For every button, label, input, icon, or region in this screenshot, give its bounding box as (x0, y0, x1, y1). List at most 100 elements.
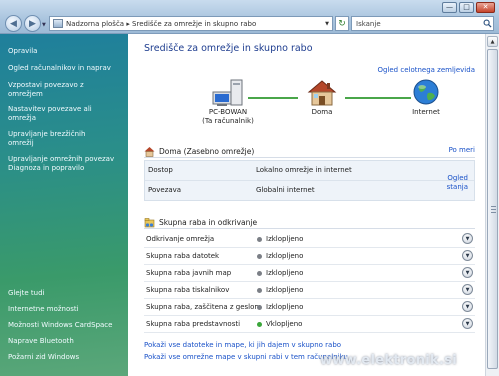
scroll-thumb[interactable] (487, 49, 498, 369)
view-full-map-link[interactable]: Ogled celotnega zemljevida (377, 66, 475, 74)
sharing-row-password-protected: Skupna raba, zaščitena z geslom Izkloplj… (144, 299, 475, 316)
sharing-row-public-folders: Skupna raba javnih map Izklopljeno ▼ (144, 265, 475, 282)
home-network-icon (144, 146, 155, 157)
show-shared-files-link[interactable]: Pokaži vse datoteke in mape, ki jih daje… (144, 341, 341, 349)
connection-value: Globalni internet (256, 186, 315, 194)
expand-chevron-icon[interactable]: ▼ (462, 284, 473, 295)
section-divider (144, 228, 475, 229)
status-dot (257, 305, 262, 310)
access-value: Lokalno omrežje in internet (256, 166, 352, 174)
back-arrow-icon: ◀ (10, 18, 17, 29)
sidebar: Opravila Ogled računalnikov in naprav Vz… (0, 34, 128, 376)
vertical-scrollbar[interactable]: ▲ (485, 34, 499, 376)
sharing-label: Skupna raba datotek (146, 252, 220, 260)
network-section-header: Doma (Zasebno omrežje) Po meri (144, 144, 475, 158)
expand-chevron-icon[interactable]: ▼ (462, 318, 473, 329)
minimize-button[interactable]: — (442, 2, 457, 13)
page-title: Središče za omrežje in skupno rabo (144, 43, 313, 54)
view-status-link[interactable]: Ogled stanja (447, 174, 468, 192)
internet-label: Internet (412, 108, 440, 116)
network-name: Doma (Zasebno omrežje) (159, 146, 255, 156)
sidebar-item-manage-wireless[interactable]: Upravljanje brezžičnih omrežij (8, 130, 106, 148)
expand-chevron-icon[interactable]: ▼ (462, 267, 473, 278)
grip-line (491, 206, 496, 207)
sharing-state: Izklopljeno (266, 303, 304, 311)
sharing-row-media: Skupna raba predstavnosti Vklopljeno ▼ (144, 316, 475, 333)
view-status-line1[interactable]: Ogled (447, 174, 468, 182)
home-network-label: Doma (311, 108, 333, 116)
sharing-icon (144, 217, 155, 227)
sidebar-heading-see-also: Glejte tudi (8, 289, 45, 297)
sidebar-item-connect[interactable]: Vzpostavi povezavo z omrežjem (8, 81, 106, 99)
search-input[interactable]: Iskanje (352, 20, 481, 28)
status-dot (257, 254, 262, 259)
sharing-state: Izklopljeno (266, 269, 304, 277)
section-divider (144, 157, 475, 158)
expand-chevron-icon[interactable]: ▼ (462, 301, 473, 312)
sidebar-item-internet-options[interactable]: Internetne možnosti (8, 305, 126, 314)
grip-line (491, 209, 496, 210)
sharing-row-file-sharing: Skupna raba datotek Izklopljeno ▼ (144, 248, 475, 265)
sharing-row-printers: Skupna raba tiskalnikov Izklopljeno ▼ (144, 282, 475, 299)
expand-chevron-icon[interactable]: ▼ (462, 233, 473, 244)
maximize-button[interactable]: □ (459, 2, 474, 13)
scroll-up-button[interactable]: ▲ (487, 36, 498, 47)
house-icon (307, 80, 337, 106)
connection-label: Povezava (148, 186, 182, 194)
map-node-computer[interactable]: PC-BOWAN (Ta računalnik) (198, 78, 258, 125)
computer-sublabel: (Ta računalnik) (202, 116, 254, 125)
sidebar-item-manage-connections[interactable]: Upravljanje omrežnih povezav (8, 155, 128, 164)
sharing-state: Vklopljeno (266, 320, 303, 328)
map-node-home[interactable]: Doma (300, 78, 344, 117)
sharing-row-network-discovery: Odkrivanje omrežja Izklopljeno ▼ (144, 231, 475, 248)
address-bar[interactable]: Nadzorna plošča ▸ Središče za omrežje in… (49, 16, 333, 31)
close-button[interactable]: ✕ (476, 2, 495, 13)
customize-link[interactable]: Po meri (449, 146, 475, 154)
network-row-access: Dostop Lokalno omrežje in internet (145, 161, 474, 181)
forward-button[interactable]: ▶ (24, 15, 41, 32)
search-box[interactable]: Iskanje (351, 16, 494, 31)
show-shared-folders-link[interactable]: Pokaži vse omrežne mape v skupni rabi v … (144, 353, 348, 361)
sharing-label: Odkrivanje omrežja (146, 235, 215, 243)
back-button[interactable]: ◀ (5, 15, 22, 32)
sharing-section-header: Skupna raba in odkrivanje (144, 215, 475, 229)
status-dot (257, 322, 262, 327)
sharing-label: Skupna raba, zaščitena z geslom (146, 303, 262, 311)
status-dot (257, 271, 262, 276)
sidebar-heading-tasks: Opravila (8, 47, 38, 55)
address-path[interactable]: Nadzorna plošča ▸ Središče za omrežje in… (66, 20, 322, 28)
map-node-internet[interactable]: Internet (404, 78, 448, 117)
sidebar-item-bluetooth[interactable]: Naprave Bluetooth (8, 337, 126, 346)
search-icon[interactable] (481, 17, 493, 30)
computer-name: PC-BOWAN (208, 108, 248, 116)
forward-arrow-icon: ▶ (29, 18, 36, 29)
status-dot (257, 237, 262, 242)
expand-chevron-icon[interactable]: ▼ (462, 250, 473, 261)
network-row-connection: Povezava Globalni internet Ogled stanja (145, 174, 474, 200)
window-controls: — □ ✕ (442, 2, 495, 13)
sidebar-item-setup-connection[interactable]: Nastavitev povezave ali omrežja (8, 105, 116, 123)
sharing-label: Skupna raba javnih map (146, 269, 232, 277)
sharing-title: Skupna raba in odkrivanje (159, 217, 258, 227)
refresh-button[interactable]: ↻ (335, 16, 349, 31)
sidebar-item-firewall[interactable]: Požarni zid Windows (8, 353, 126, 362)
watermark: www.elektronik.si (320, 353, 458, 368)
address-dropdown[interactable]: ▼ (322, 21, 332, 27)
sharing-state: Izklopljeno (266, 286, 304, 294)
access-label: Dostop (148, 166, 173, 174)
connection-line-home-internet (345, 97, 411, 99)
sidebar-item-view-computers[interactable]: Ogled računalnikov in naprav (8, 64, 128, 73)
sidebar-item-cardspace[interactable]: Možnosti Windows CardSpace (8, 321, 126, 330)
sharing-state: Izklopljeno (266, 252, 304, 260)
title-bar: — □ ✕ ◀ ▶ ▼ Nadzorna plošča ▸ Središče z… (0, 0, 499, 34)
status-dot (257, 288, 262, 293)
control-panel-icon (53, 19, 63, 28)
sidebar-item-diagnose[interactable]: Diagnoza in popravilo (8, 164, 128, 173)
sharing-state: Izklopljeno (266, 235, 304, 243)
connection-line-computer-home (248, 97, 298, 99)
refresh-icon: ↻ (338, 18, 346, 29)
view-status-line2[interactable]: stanja (447, 183, 468, 191)
computer-icon (212, 79, 243, 106)
recent-pages-dropdown[interactable]: ▼ (42, 22, 46, 28)
network-details-panel: Dostop Lokalno omrežje in internet Povez… (144, 160, 475, 201)
